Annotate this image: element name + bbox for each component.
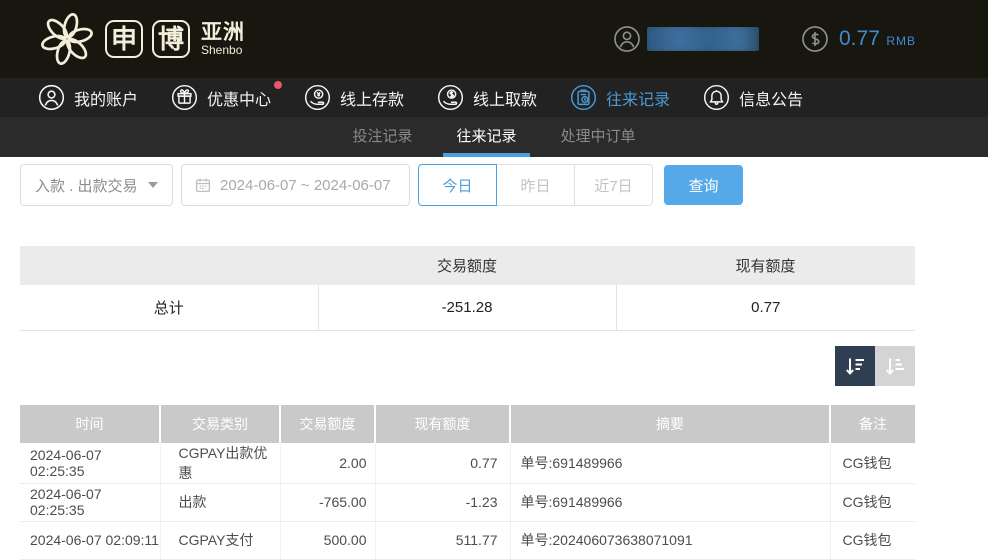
sort-descending-button[interactable] <box>835 345 875 386</box>
dollar-coin-icon <box>802 26 828 52</box>
cell-balance: -1.23 <box>375 483 511 522</box>
sort-ascending-icon <box>886 358 904 375</box>
user-icon <box>38 84 65 111</box>
balance-display[interactable]: 0.77 RMB <box>801 25 916 53</box>
summary-transaction-total: -251.28 <box>317 285 616 331</box>
logo-subtitle: Shenbo <box>201 42 243 57</box>
records-table: 时间 交易类别 交易额度 现有额度 摘要 备注 2024-06-07 02:25… <box>20 404 915 560</box>
summary-header-empty <box>20 246 318 285</box>
records-icon <box>571 84 597 111</box>
cell-note: CG钱包 <box>830 521 915 560</box>
summary-header-current-balance: 现有额度 <box>616 246 915 285</box>
sort-controls <box>0 345 915 386</box>
cell-balance: 0.77 <box>375 442 511 484</box>
withdraw-icon <box>438 84 464 111</box>
sort-descending-icon <box>846 358 864 375</box>
main-nav: 我的账户 优惠中心 线上存款 线上取款 往来记录 信息公告 <box>0 78 988 117</box>
balance-amount: 0.77 <box>839 27 880 50</box>
table-row: 2024-06-07 02:09:11 CGPAY支付 500.00 511.7… <box>20 521 915 560</box>
cell-note: CG钱包 <box>830 442 915 484</box>
flower-logo-icon <box>41 13 93 65</box>
nav-item-promotions[interactable]: 优惠中心 <box>171 81 283 111</box>
quick-range-yesterday[interactable]: 昨日 <box>496 164 575 206</box>
deposit-icon <box>304 84 331 111</box>
nav-item-transaction-records[interactable]: 往来记录 <box>570 84 670 111</box>
quick-range-today[interactable]: 今日 <box>418 164 497 206</box>
cell-time: 2024-06-07 02:25:35 <box>20 483 161 522</box>
topbar: 申 博 亚洲 Shenbo 0.77 RMB <box>0 0 988 78</box>
cell-type: 出款 <box>160 483 281 522</box>
bell-icon <box>704 84 730 111</box>
promotions-badge-dot <box>274 81 283 89</box>
cell-summary: 单号:202406073638071091 <box>510 521 831 560</box>
balance-currency: RMB <box>886 34 916 48</box>
logo-char-bo: 博 <box>152 20 190 58</box>
summary-header-transaction-amount: 交易额度 <box>318 246 616 285</box>
col-header-note: 备注 <box>830 404 915 443</box>
nav-item-online-deposit[interactable]: 线上存款 <box>304 84 404 111</box>
nav-item-online-withdraw[interactable]: 线上取款 <box>437 84 537 111</box>
cell-summary: 单号:691489966 <box>510 483 831 522</box>
sort-ascending-button[interactable] <box>875 345 915 386</box>
brand-logo[interactable]: 申 博 亚洲 Shenbo <box>38 10 245 68</box>
query-button[interactable]: 查询 <box>664 165 743 205</box>
nav-label: 优惠中心 <box>207 91 272 109</box>
sub-tabbar: 投注记录 往来记录 处理中订单 <box>0 117 988 157</box>
transaction-type-value: 入款 . 出款交易 <box>35 177 138 195</box>
cell-type: CGPAY支付 <box>160 521 281 560</box>
quick-range-group: 今日 昨日 近7日 <box>418 164 653 206</box>
account-avatar-icon[interactable] <box>613 25 641 53</box>
cell-time: 2024-06-07 02:25:35 <box>20 442 161 484</box>
summary-balance-total: 0.77 <box>615 285 915 331</box>
calendar-icon <box>195 178 211 193</box>
cell-balance: 511.77 <box>375 521 511 560</box>
transaction-type-select[interactable]: 入款 . 出款交易 <box>20 164 173 206</box>
tab-transaction-records[interactable]: 往来记录 <box>443 117 530 157</box>
tab-pending-orders[interactable]: 处理中订单 <box>556 117 641 157</box>
cell-time: 2024-06-07 02:09:11 <box>20 521 161 560</box>
table-row: 2024-06-07 02:25:35 CGPAY出款优惠 2.00 0.77 … <box>20 442 915 484</box>
quick-range-last7days[interactable]: 近7日 <box>574 164 653 206</box>
col-header-time: 时间 <box>20 404 161 443</box>
tab-betting-records[interactable]: 投注记录 <box>347 117 417 157</box>
records-header-row: 时间 交易类别 交易额度 现有额度 摘要 备注 <box>20 404 915 443</box>
col-header-summary: 摘要 <box>510 404 831 443</box>
logo-char-shen: 申 <box>105 20 143 58</box>
summary-total-label: 总计 <box>20 285 318 331</box>
cell-summary: 单号:691489966 <box>510 442 831 484</box>
cell-type: CGPAY出款优惠 <box>160 442 281 484</box>
chevron-down-icon <box>148 182 158 188</box>
cell-amount: -765.00 <box>280 483 376 522</box>
nav-label: 往来记录 <box>606 91 671 109</box>
username-redacted[interactable] <box>647 27 759 51</box>
nav-label: 信息公告 <box>739 91 804 109</box>
nav-item-announcements[interactable]: 信息公告 <box>703 84 803 111</box>
summary-table: 交易额度 现有额度 总计 -251.28 0.77 <box>20 246 915 331</box>
logo-region: 亚洲 <box>201 20 245 44</box>
summary-total-row: 总计 -251.28 0.77 <box>20 285 915 331</box>
col-header-amount: 交易额度 <box>280 404 376 443</box>
cell-amount: 500.00 <box>280 521 376 560</box>
nav-label: 线上取款 <box>473 91 538 109</box>
nav-item-my-account[interactable]: 我的账户 <box>38 84 138 111</box>
date-range-input[interactable]: 2024-06-07 ~ 2024-06-07 <box>181 164 410 206</box>
cell-note: CG钱包 <box>830 483 915 522</box>
summary-header-row: 交易额度 现有额度 <box>20 246 915 285</box>
filter-bar: 入款 . 出款交易 2024-06-07 ~ 2024-06-07 今日 昨日 … <box>20 164 988 206</box>
date-range-value: 2024-06-07 ~ 2024-06-07 <box>220 176 391 194</box>
cell-amount: 2.00 <box>280 442 376 484</box>
gift-icon <box>171 84 198 111</box>
nav-label: 我的账户 <box>74 91 139 109</box>
nav-label: 线上存款 <box>340 91 405 109</box>
col-header-balance: 现有额度 <box>375 404 511 443</box>
col-header-type: 交易类别 <box>160 404 281 443</box>
table-row: 2024-06-07 02:25:35 出款 -765.00 -1.23 单号:… <box>20 483 915 522</box>
